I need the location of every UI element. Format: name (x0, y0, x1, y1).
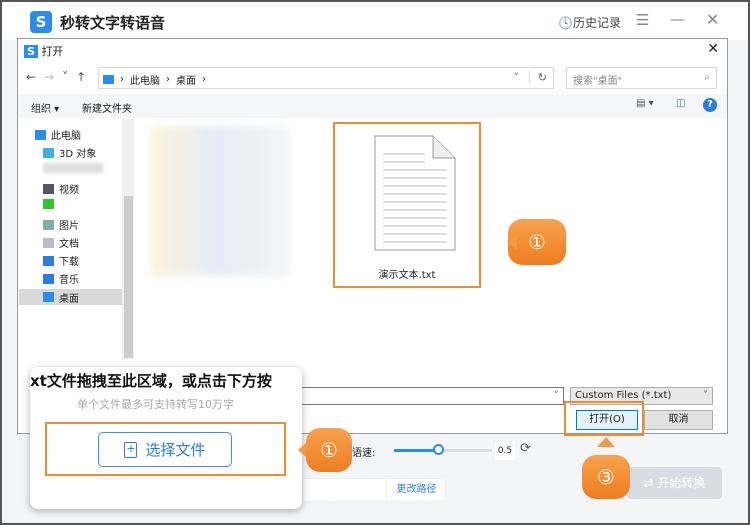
video-icon (43, 183, 54, 194)
sidebar-item-label: 下载 (59, 257, 79, 268)
speed-value[interactable]: 0.5 (495, 442, 515, 460)
computer-icon (103, 75, 114, 84)
choose-file-button[interactable]: + 选择文件 (98, 432, 232, 467)
change-path-button[interactable]: 更改路径 (386, 478, 446, 502)
cancel-button[interactable]: 取消 (644, 410, 713, 430)
preview-pane-icon[interactable]: ◫ (676, 98, 685, 109)
view-options-icon[interactable]: ▤ ▾ (636, 98, 654, 109)
callout-step-1b: ① (306, 428, 352, 472)
breadcrumb-item[interactable]: 桌面 (176, 72, 196, 87)
open-button[interactable]: 打开(O) (576, 410, 638, 430)
computer-icon (35, 129, 46, 140)
history-label: 历史记录 (572, 16, 621, 30)
start-label: 开始转换 (657, 476, 706, 490)
dialog-title-text: 打开 (41, 45, 64, 58)
new-folder-button[interactable]: 新建文件夹 (82, 100, 132, 115)
file-name: 演示文本.txt (378, 270, 436, 281)
chevron-down-icon[interactable]: ˅ (554, 389, 560, 402)
help-icon[interactable]: ? (703, 98, 717, 112)
app-icon (43, 199, 54, 209)
sidebar-item-label: 3D 对象 (59, 149, 97, 160)
callout-step-3: ③ (582, 455, 630, 499)
up-icon[interactable]: ↑ (76, 70, 86, 84)
file-add-icon: + (124, 441, 138, 458)
sidebar-item[interactable]: 文档 (43, 235, 79, 250)
navigation-pane: 此电脑 3D 对象视频图片文档下载音乐桌面 (19, 119, 123, 359)
minimize-icon[interactable]: — (670, 10, 685, 28)
speed-slider-fill (394, 449, 439, 452)
search-icon: ⌕ (704, 72, 710, 83)
scrollbar-thumb[interactable] (124, 196, 133, 358)
cube-icon (43, 147, 54, 158)
menu-icon[interactable]: ☰ (636, 11, 649, 29)
address-bar[interactable]: › 此电脑 › 桌面 › ˅ ↻ (98, 67, 554, 89)
sidebar-item[interactable]: 下载 (43, 253, 79, 268)
sidebar-item-label: 视频 (59, 185, 79, 196)
drop-zone-text: xt文件拖拽至此区域，或点击下方按 (30, 372, 272, 390)
file-name-input[interactable]: ˅ (298, 387, 564, 405)
choose-file-label: 选择文件 (145, 441, 206, 459)
organize-button[interactable]: 组织 ▾ (31, 100, 59, 115)
download-icon (43, 255, 54, 266)
file-list: 演示文本.txt ① (135, 119, 725, 383)
refresh-icon[interactable]: ↻ (528, 71, 547, 84)
sidebar-item-label: 文档 (59, 239, 79, 250)
breadcrumb-item[interactable]: 此电脑 (130, 72, 160, 87)
search-input[interactable]: 搜索"桌面" ⌕ (566, 67, 717, 89)
text-file-icon (374, 135, 456, 251)
recent-icon[interactable]: ˅ (62, 70, 68, 84)
start-convert-button[interactable]: ⇄ 开始转换 (627, 467, 722, 499)
sidebar-item-label: 桌面 (59, 293, 79, 305)
history-button[interactable]: 🕓历史记录 (558, 14, 621, 31)
picture-icon (43, 219, 54, 230)
app-logo: S (30, 11, 52, 33)
dialog-toolbar: 组织 ▾ 新建文件夹 ▤ ▾ ◫ ? (18, 94, 727, 118)
desktop-icon (43, 292, 54, 302)
sidebar-item-label: 图片 (59, 221, 79, 232)
sidebar-item[interactable]: 视频 (43, 181, 79, 196)
dialog-logo-icon: S (24, 45, 38, 58)
sidebar-item[interactable]: 桌面 (19, 289, 123, 305)
sidebar-item[interactable]: 图片 (43, 217, 79, 232)
document-icon (43, 237, 54, 248)
chevron-down-icon: ˅ (703, 390, 708, 401)
file-limit-text: 单个文件最多可支持转写10万字 (77, 398, 234, 411)
clock-icon: 🕓 (558, 16, 573, 30)
app-title: 秒转文字转语音 (60, 14, 166, 32)
sidebar-item[interactable]: 3D 对象 (43, 145, 96, 160)
sidebar-item[interactable] (43, 199, 59, 209)
sidebar-item[interactable] (43, 163, 108, 173)
reset-icon[interactable]: ⟳ (520, 441, 531, 456)
music-icon (43, 273, 54, 284)
close-icon[interactable]: ✕ (706, 10, 719, 29)
sidebar-item-label: 音乐 (59, 275, 79, 286)
speed-slider-handle[interactable] (433, 444, 445, 455)
file-item[interactable]: 演示文本.txt (333, 122, 481, 288)
callout-pointer (499, 234, 517, 250)
sidebar-item-label: 此电脑 (51, 131, 81, 142)
back-icon[interactable]: ← (26, 70, 36, 84)
file-type-value: Custom Files (*.txt) (575, 390, 672, 401)
blurred-folder (150, 126, 290, 276)
dialog-close-icon[interactable]: ✕ (707, 41, 719, 57)
chevron-down-icon[interactable]: ˅ (514, 71, 520, 84)
sidebar-item[interactable]: 音乐 (43, 271, 79, 286)
callout-pointer (597, 437, 615, 447)
title-bar: S 秒转文字转语音 🕓历史记录 ☰ — ✕ (2, 2, 748, 40)
sidebar-item[interactable]: 此电脑 (35, 127, 81, 142)
speed-label: 语速: (352, 448, 376, 459)
blurred (43, 163, 103, 173)
search-placeholder: 搜索"桌面" (573, 76, 623, 87)
dialog-title: S 打开 (24, 43, 63, 59)
forward-icon[interactable]: → (44, 70, 54, 84)
